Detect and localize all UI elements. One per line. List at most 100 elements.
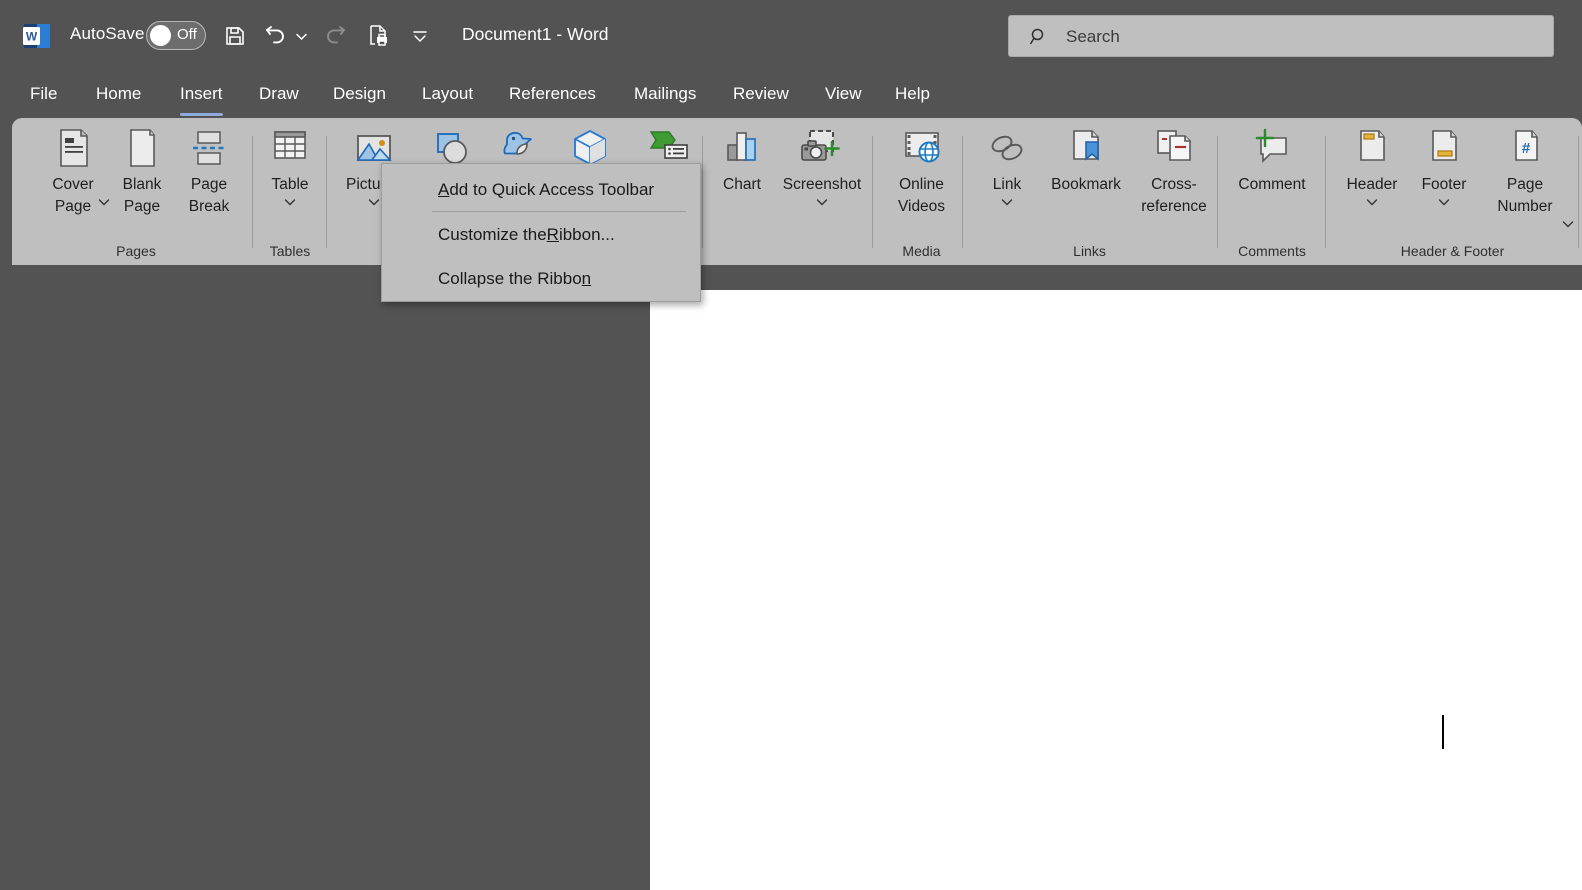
undo-dropdown-icon[interactable] [291, 20, 311, 52]
customize-quick-access-toolbar-icon[interactable] [404, 20, 436, 52]
tab-file[interactable]: File [30, 78, 57, 114]
page-break-icon [187, 126, 231, 170]
page-number-button[interactable]: # Page Number [1479, 126, 1571, 219]
search-icon [1029, 27, 1049, 52]
search-box[interactable]: Search [1008, 15, 1554, 57]
autosave-state: Off [177, 26, 197, 43]
blank-page-label: Blank Page [123, 174, 162, 219]
search-input[interactable]: Search [1066, 27, 1120, 47]
page-break-label: Page Break [189, 174, 230, 219]
tab-layout[interactable]: Layout [422, 78, 473, 114]
tab-home[interactable]: Home [96, 78, 141, 114]
save-icon[interactable] [219, 20, 251, 52]
ctx-label-pre: Customize the [438, 225, 547, 245]
link-icon [985, 126, 1029, 170]
collapse-the-ribbon-item[interactable]: Collapse the Ribbon [382, 257, 700, 301]
ribbon-group-pages: Cover Page Blank Page [20, 118, 252, 265]
online-videos-button[interactable]: Online Videos [874, 126, 969, 219]
group-label-comments: Comments [1217, 243, 1327, 259]
autosave-toggle[interactable]: Off [146, 21, 206, 50]
bookmark-button[interactable]: Bookmark [1040, 126, 1132, 196]
group-separator [1578, 136, 1579, 248]
tab-mailings[interactable]: Mailings [634, 78, 696, 114]
table-icon [268, 126, 312, 170]
header-label: Header [1347, 174, 1398, 196]
ctx-label-pre: Collapse the Ribbo [438, 269, 582, 289]
ctx-label-post: ibbon... [559, 225, 615, 245]
page-number-icon: # [1503, 126, 1547, 170]
cross-reference-label: Cross- reference [1141, 174, 1206, 219]
group-label-header-footer: Header & Footer [1327, 243, 1578, 259]
chevron-down-icon[interactable] [1562, 220, 1574, 228]
cross-reference-button[interactable]: Cross- reference [1128, 126, 1220, 219]
group-label-pages: Pages [20, 243, 252, 259]
page-number-label: Page Number [1497, 174, 1552, 219]
online-videos-icon [898, 126, 946, 170]
online-videos-label: Online Videos [898, 174, 945, 219]
tab-design[interactable]: Design [333, 78, 386, 114]
table-label: Table [271, 174, 308, 196]
ribbon-group-tables: Table Tables [252, 118, 328, 265]
word-application-window: W AutoSave Off [0, 0, 1582, 890]
tab-review[interactable]: Review [733, 78, 789, 114]
print-preview-icon[interactable] [362, 20, 394, 52]
autosave-label: AutoSave [70, 24, 145, 44]
comment-icon [1248, 126, 1296, 170]
page-break-button[interactable]: Page Break [168, 126, 250, 219]
page-title: Document1 - Word [462, 24, 609, 45]
ctx-label-acc: R [547, 225, 559, 245]
cross-reference-icon [1152, 126, 1196, 170]
ctx-label-post: dd to Quick Access Toolbar [449, 180, 654, 200]
comment-button[interactable]: Comment [1217, 126, 1327, 196]
screenshot-icon [796, 126, 848, 170]
chart-label: Chart [723, 174, 761, 196]
ribbon-group-comments: Comment Comments [1217, 118, 1327, 265]
bookmark-label: Bookmark [1051, 174, 1121, 196]
chart-icon [720, 126, 764, 170]
header-icon [1350, 126, 1394, 170]
add-to-quick-access-toolbar-item[interactable]: Add to Quick Access Toolbar [382, 168, 700, 212]
link-label: Link [993, 174, 1021, 196]
customize-the-ribbon-item[interactable]: Customize the Ribbon... [382, 213, 700, 257]
ctx-label-acc: n [582, 269, 591, 289]
ribbon-group-media: Online Videos Media [874, 118, 969, 265]
undo-icon[interactable] [261, 20, 293, 52]
tab-references[interactable]: References [509, 78, 596, 114]
screenshot-button[interactable]: Screenshot [768, 126, 876, 196]
group-label-links: Links [962, 243, 1217, 259]
tab-help[interactable]: Help [895, 78, 930, 114]
comment-label: Comment [1238, 174, 1305, 196]
screenshot-label: Screenshot [783, 174, 861, 196]
bookmark-icon [1064, 126, 1108, 170]
svg-text:W: W [26, 30, 38, 44]
ribbon-group-links: Link Bookmark [962, 118, 1217, 265]
ribbon-group-header-footer: Header Footer [1327, 118, 1578, 265]
svg-text:#: # [1522, 140, 1531, 157]
cover-page-icon [52, 126, 94, 170]
footer-icon [1422, 126, 1466, 170]
cover-page-label: Cover Page [52, 174, 93, 219]
link-button[interactable]: Link [972, 126, 1042, 196]
ribbon-tabs: File Home Insert Draw Design Layout Refe… [0, 78, 1582, 116]
footer-button[interactable]: Footer [1407, 126, 1481, 196]
header-button[interactable]: Header [1333, 126, 1411, 196]
group-label-media: Media [874, 243, 969, 259]
chevron-down-icon[interactable] [1366, 198, 1378, 206]
chevron-down-icon[interactable] [368, 198, 380, 206]
chevron-down-icon[interactable] [1001, 198, 1013, 206]
tab-insert[interactable]: Insert [180, 78, 223, 114]
chevron-down-icon[interactable] [816, 198, 828, 206]
blank-page-icon [121, 126, 163, 170]
chevron-down-icon[interactable] [284, 198, 296, 206]
table-button[interactable]: Table [252, 126, 328, 196]
tab-draw[interactable]: Draw [259, 78, 299, 114]
chevron-down-icon[interactable] [1438, 198, 1450, 206]
text-cursor [1442, 715, 1444, 749]
ctx-label-acc: A [438, 180, 449, 200]
tab-view[interactable]: View [825, 78, 862, 114]
footer-label: Footer [1422, 174, 1467, 196]
document-page[interactable] [650, 290, 1582, 890]
title-bar: W AutoSave Off [0, 0, 1582, 72]
autosave-knob [150, 25, 171, 46]
word-logo-icon: W [22, 21, 52, 51]
